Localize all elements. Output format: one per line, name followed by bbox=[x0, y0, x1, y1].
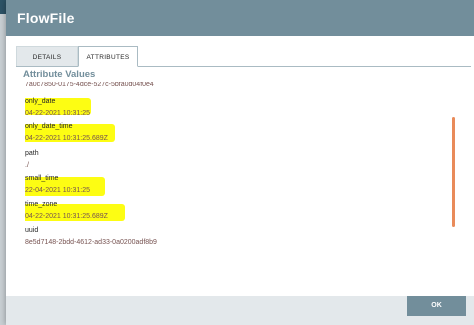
attr-name: uuid bbox=[25, 227, 39, 234]
attribute-list[interactable]: 7a0c7850-0175-4dce-527c-5bfa0d04f0e4 onl… bbox=[25, 82, 450, 282]
list-item-small-time: small_time 22-04-2021 10:31:25 bbox=[25, 174, 90, 195]
attr-value: 04-22-2021 10:31:25.689Z bbox=[25, 135, 108, 142]
attribute-values-heading: Attribute Values bbox=[23, 69, 96, 80]
list-item-uuid: uuid 8e5d7148-2bdd-4612-ad33-0a0200adf8b… bbox=[25, 226, 157, 247]
attr-name: time_zone bbox=[25, 201, 58, 208]
dialog-title: FlowFile bbox=[17, 10, 75, 26]
attr-value: ./ bbox=[25, 162, 29, 169]
list-item-only-date: only_date 04-22-2021 10:31:25 bbox=[25, 97, 90, 118]
attr-value: 22-04-2021 10:31:25 bbox=[25, 187, 90, 194]
flowfile-dialog: FlowFile DETAILS ATTRIBUTES Attribute Va… bbox=[6, 0, 474, 325]
attr-value: 04-22-2021 10:31:25.689Z bbox=[25, 213, 108, 220]
attr-value: 8e5d7148-2bdd-4612-ad33-0a0200adf8b9 bbox=[25, 239, 157, 246]
tab-details[interactable]: DETAILS bbox=[16, 46, 78, 66]
dialog-footer bbox=[6, 296, 474, 325]
list-item-cut-off: 7a0c7850-0175-4dce-527c-5bfa0d04f0e4 bbox=[25, 82, 154, 89]
tab-attributes[interactable]: ATTRIBUTES bbox=[78, 46, 138, 67]
tab-bar: DETAILS ATTRIBUTES bbox=[16, 46, 471, 67]
list-item-time-zone: time_zone 04-22-2021 10:31:25.689Z bbox=[25, 200, 108, 221]
scrollbar-thumb[interactable] bbox=[452, 117, 455, 227]
attr-value: 04-22-2021 10:31:25 bbox=[25, 110, 90, 117]
attr-name: path bbox=[25, 150, 39, 157]
ok-button[interactable]: OK bbox=[407, 296, 466, 316]
attr-name: only_date_time bbox=[25, 123, 73, 130]
attr-name: small_time bbox=[25, 175, 59, 182]
dialog-header: FlowFile bbox=[6, 0, 474, 36]
list-item-only-date-time: only_date_time 04-22-2021 10:31:25.689Z bbox=[25, 122, 108, 143]
attr-value: 7a0c7850-0175-4dce-527c-5bfa0d04f0e4 bbox=[25, 82, 154, 88]
list-item-path: path ./ bbox=[25, 149, 39, 170]
attr-name: only_date bbox=[25, 98, 56, 105]
